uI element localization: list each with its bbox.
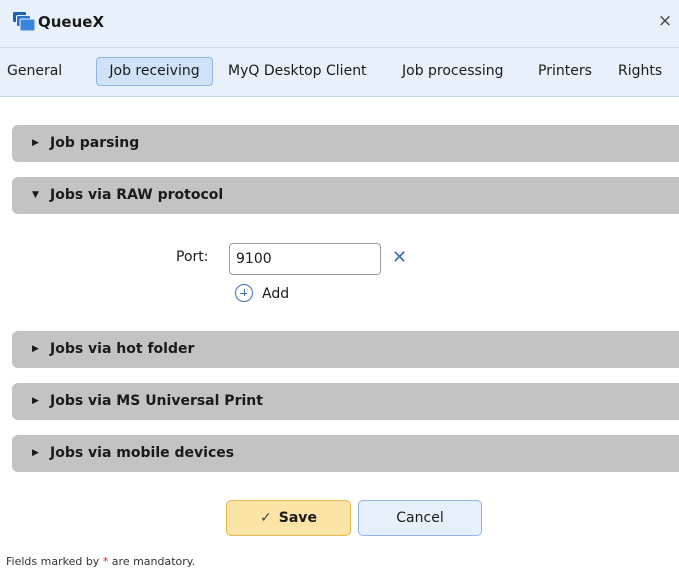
section-label: Jobs via hot folder (50, 341, 195, 357)
section-jobs-via-raw-protocol[interactable]: ▼ Jobs via RAW protocol (12, 177, 679, 214)
expand-arrow-icon: ▶ (32, 396, 39, 406)
port-input[interactable] (229, 243, 381, 275)
section-jobs-via-hot-folder[interactable]: ▶ Jobs via hot folder (12, 331, 679, 368)
section-label: Jobs via MS Universal Print (50, 393, 263, 409)
section-jobs-via-mobile-devices[interactable]: ▶ Jobs via mobile devices (12, 435, 679, 472)
footnote-suffix: are mandatory. (108, 555, 196, 568)
section-label: Job parsing (50, 135, 140, 151)
title-bar: QueueX × (0, 0, 679, 48)
mandatory-fields-note: Fields marked by * are mandatory. (6, 555, 195, 568)
expand-arrow-icon: ▶ (32, 138, 39, 148)
tab-printers[interactable]: Printers (538, 57, 592, 86)
tab-job-processing[interactable]: Job processing (402, 57, 503, 86)
close-icon[interactable]: × (657, 10, 673, 32)
section-label: Jobs via RAW protocol (50, 187, 224, 203)
port-label: Port: (176, 249, 209, 265)
collapse-arrow-icon: ▼ (32, 190, 39, 200)
section-jobs-via-ms-universal-print[interactable]: ▶ Jobs via MS Universal Print (12, 383, 679, 420)
save-label: Save (278, 510, 317, 526)
remove-port-icon[interactable]: ✕ (392, 247, 410, 269)
window-title: QueueX (38, 13, 105, 31)
section-job-parsing[interactable]: ▶ Job parsing (12, 125, 679, 162)
tab-bar: General Job receiving MyQ Desktop Client… (0, 48, 679, 97)
footnote-prefix: Fields marked by (6, 555, 103, 568)
tab-rights[interactable]: Rights (618, 57, 662, 86)
tab-job-receiving[interactable]: Job receiving (96, 57, 213, 86)
save-button[interactable]: ✓ Save (226, 500, 351, 536)
queue-icon (13, 12, 35, 32)
check-icon: ✓ (260, 510, 272, 526)
expand-arrow-icon: ▶ (32, 344, 39, 354)
cancel-button[interactable]: Cancel (358, 500, 482, 536)
add-label: Add (262, 286, 290, 302)
tab-general[interactable]: General (7, 57, 62, 86)
tab-myq-desktop-client[interactable]: MyQ Desktop Client (228, 57, 367, 86)
section-label: Jobs via mobile devices (50, 445, 235, 461)
plus-circle-icon (235, 284, 253, 302)
expand-arrow-icon: ▶ (32, 448, 39, 458)
